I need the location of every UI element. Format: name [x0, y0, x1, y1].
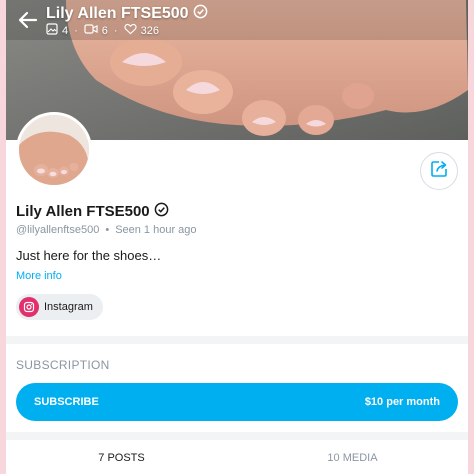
- header-title: Lily Allen FTSE500: [46, 4, 208, 24]
- tab-posts[interactable]: 7 POSTS: [6, 445, 237, 474]
- subscription-heading: SUBSCRIPTION: [16, 358, 110, 372]
- verified-icon: [154, 202, 169, 221]
- photos-count: 4: [62, 24, 69, 37]
- profile-name: Lily Allen FTSE500: [16, 202, 169, 221]
- back-arrow-icon[interactable]: [16, 8, 40, 32]
- avatar[interactable]: [16, 112, 92, 188]
- section-divider: [6, 432, 468, 440]
- tab-media[interactable]: 10 MEDIA: [237, 445, 468, 474]
- subscribe-label: SUBSCRIBE: [34, 396, 99, 408]
- image-icon: [46, 23, 58, 38]
- stat-separator: ·: [113, 24, 118, 37]
- profile-meta: @lilyallenftse500 • Seen 1 hour ago: [16, 224, 197, 236]
- last-seen: Seen 1 hour ago: [115, 224, 197, 236]
- profile-handle: @lilyallenftse500: [16, 224, 100, 236]
- video-icon: [84, 23, 98, 38]
- meta-separator: •: [105, 224, 110, 236]
- header-stats: 4 · 6 · 326: [46, 23, 159, 38]
- subscription-price: $10 per month: [364, 396, 440, 408]
- videos-stat: 6: [84, 23, 108, 38]
- more-info-link[interactable]: More info: [16, 270, 62, 282]
- content-tabs: 7 POSTS 10 MEDIA: [6, 445, 468, 474]
- likes-count: 326: [140, 24, 159, 37]
- videos-count: 6: [101, 24, 108, 37]
- instagram-label: Instagram: [44, 301, 93, 313]
- profile-bio: Just here for the shoes…: [16, 248, 162, 263]
- share-button[interactable]: [420, 152, 458, 190]
- photos-stat: 4: [46, 23, 68, 38]
- instagram-link[interactable]: Instagram: [16, 294, 103, 320]
- header-name: Lily Allen FTSE500: [46, 5, 189, 22]
- subscribe-button[interactable]: SUBSCRIBE $10 per month: [16, 383, 458, 421]
- stat-separator: ·: [74, 24, 78, 37]
- top-bar: Lily Allen FTSE500 4 · 6 · 326: [6, 0, 468, 50]
- share-icon: [430, 160, 448, 183]
- likes-stat: 326: [123, 23, 159, 38]
- section-divider: [6, 336, 468, 344]
- profile-name-text: Lily Allen FTSE500: [16, 203, 150, 220]
- instagram-icon: [19, 297, 39, 317]
- profile-page: Lily Allen FTSE500 4 · 6 · 326 Lily Alle…: [6, 0, 468, 474]
- verified-icon: [193, 4, 208, 24]
- heart-icon: [123, 23, 137, 38]
